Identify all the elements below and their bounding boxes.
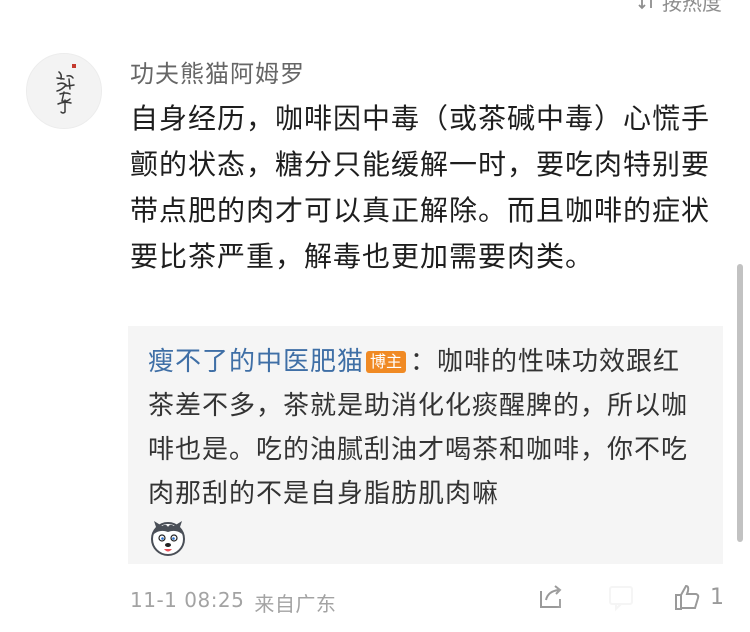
quoted-reply-username[interactable]: 瘦不了的中医肥猫 — [148, 347, 364, 377]
sort-by-heat-button[interactable]: 按热度 — [638, 0, 722, 16]
calligraphy-avatar-icon — [27, 54, 101, 128]
quoted-reply[interactable]: 瘦不了的中医肥猫 博主 ：咖啡的性味功效跟红茶差不多，茶就是助消化化痰醒脾的，所以咖… — [128, 326, 723, 564]
scrollbar[interactable] — [737, 264, 743, 542]
avatar[interactable] — [26, 53, 102, 129]
comment-meta: 11-1 08:25 来自广东 — [130, 588, 336, 617]
like-count: 1 — [710, 585, 724, 610]
quoted-reply-separator: ： — [410, 347, 438, 377]
comment-location: 来自广东 — [254, 592, 337, 616]
comment-text: 自身经历，咖啡因中毒（或茶碱中毒）心慌手颤的状态，糖分只能缓解一时，要吃肉特别要… — [130, 102, 711, 273]
like-icon[interactable] — [672, 582, 702, 612]
sort-label: 按热度 — [662, 0, 722, 15]
comment-time: 11-1 08:25 — [130, 588, 245, 612]
blogger-badge: 博主 — [366, 351, 407, 373]
sort-icon — [638, 0, 652, 10]
comment-username[interactable]: 功夫熊猫阿姆罗 — [130, 54, 305, 89]
husky-emoji-icon — [151, 521, 185, 556]
quoted-reply-text-block: 瘦不了的中医肥猫 博主 ：咖啡的性味功效跟红茶差不多，茶就是助消化化痰醒脾的，所以咖… — [148, 340, 703, 516]
